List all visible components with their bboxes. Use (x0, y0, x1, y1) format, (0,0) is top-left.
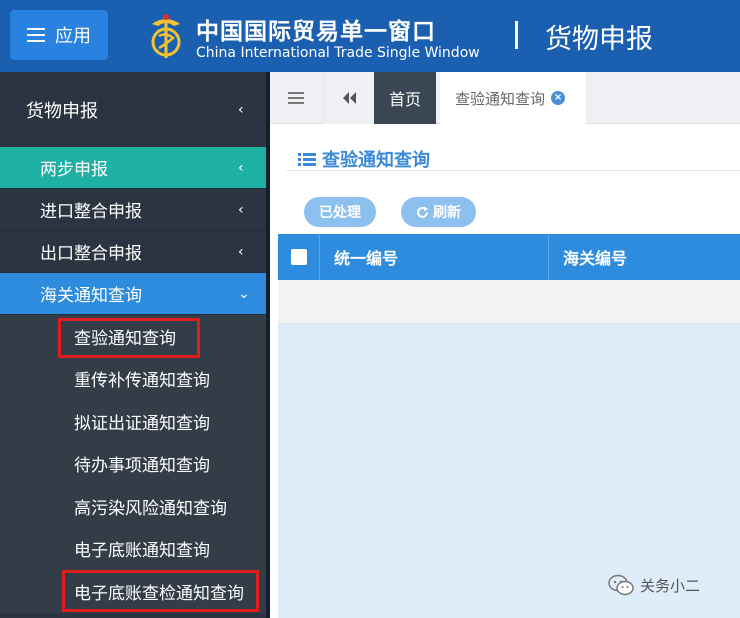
table-header: 统一编号 海关编号 (278, 234, 740, 280)
submenu-item-label: 拟证出证通知查询 (74, 413, 210, 434)
close-icon[interactable]: × (551, 91, 566, 105)
app-menu-label: 应用 (55, 26, 91, 47)
button-label: 刷新 (433, 205, 461, 221)
sidebar-item-customs-notice-query[interactable]: 海关通知查询 ⌄ (0, 273, 266, 315)
sidebar-item-label: 出口整合申报 (40, 244, 142, 264)
chevron-down-icon: ⌄ (238, 285, 250, 302)
refresh-icon (417, 206, 428, 218)
double-chevron-left-icon (343, 92, 356, 104)
sidebar-item-import-integrated[interactable]: 进口整合申报 ‹ (0, 189, 266, 231)
page-title: 查验通知查询 (298, 146, 430, 172)
list-icon (298, 152, 316, 166)
column-header-label: 海关编号 (563, 249, 628, 268)
brand-chinese-name: 中国国际贸易单一窗口 (196, 19, 436, 45)
chevron-left-icon: ‹ (238, 243, 244, 260)
sidebar-item-label: 进口整合申报 (40, 202, 142, 222)
tab-inspection-notice[interactable]: 查验通知查询 × (440, 72, 586, 124)
customs-emblem-icon (151, 14, 181, 58)
highlight-box (58, 318, 200, 358)
wechat-icon (608, 574, 634, 596)
tab-label: 查验通知查询 (455, 89, 546, 108)
menu-icon (288, 92, 304, 104)
page-title-text: 查验通知查询 (322, 150, 430, 171)
select-all-cell (278, 234, 320, 280)
sidebar-item-two-step-declaration[interactable]: 两步申报 ‹ (0, 147, 266, 189)
hamburger-icon (27, 28, 45, 42)
submenu-item-label: 待办事项通知查询 (74, 456, 210, 477)
submenu-item-retransmit-notice[interactable]: 重传补传通知查询 (0, 358, 266, 401)
sidebar-item-label: 货物申报 (26, 100, 98, 122)
table-row (278, 280, 740, 324)
submenu: 查验通知查询 重传补传通知查询 拟证出证通知查询 待办事项通知查询 高污染风险通… (0, 315, 266, 613)
chevron-left-icon: ‹ (238, 159, 244, 176)
refresh-button[interactable]: 刷新 (401, 197, 476, 227)
column-header-customs-number[interactable]: 海关编号 (549, 234, 740, 280)
submenu-item-high-pollution-notice[interactable]: 高污染风险通知查询 (0, 485, 266, 528)
watermark-text: 关务小二 (640, 576, 701, 595)
sidebar-item-cargo-declaration[interactable]: 货物申报 ‹ (0, 72, 266, 147)
header-divider (515, 21, 518, 49)
column-header-unified-number[interactable]: 统一编号 (320, 234, 549, 280)
select-all-checkbox[interactable] (290, 249, 307, 265)
brand-english-name: China International Trade Single Window (196, 45, 480, 61)
chevron-left-icon: ‹ (238, 201, 244, 218)
tab-home[interactable]: 首页 (374, 72, 436, 124)
submenu-item-label: 高污染风险通知查询 (74, 498, 227, 519)
app-menu-button[interactable]: 应用 (10, 10, 108, 60)
tab-bar: 首页 查验通知查询 × (270, 72, 740, 124)
submenu-item-label: 重传补传通知查询 (74, 371, 210, 392)
button-label: 已处理 (319, 205, 361, 221)
submenu-item-certificate-notice[interactable]: 拟证出证通知查询 (0, 400, 266, 443)
submenu-item-label: 电子底账通知查询 (74, 541, 210, 562)
chevron-left-icon: ‹ (238, 101, 244, 118)
column-header-label: 统一编号 (334, 249, 399, 268)
main-content: 查验通知查询 已处理 刷新 统一编号 海关编号 (270, 124, 740, 618)
sidebar-item-label: 两步申报 (40, 160, 108, 180)
watermark: 关务小二 (608, 574, 700, 596)
top-header: 应用 中国国际贸易单一窗口 China International Trade … (0, 0, 740, 72)
submenu-item-e-ledger-notice[interactable]: 电子底账通知查询 (0, 528, 266, 571)
processed-button[interactable]: 已处理 (304, 197, 376, 227)
sidebar-item-label: 海关通知查询 (40, 286, 142, 306)
submenu-item-todo-notice[interactable]: 待办事项通知查询 (0, 443, 266, 486)
highlight-box (62, 570, 259, 612)
module-title: 货物申报 (545, 24, 653, 55)
tab-label: 首页 (388, 90, 421, 109)
sidebar-item-export-integrated[interactable]: 出口整合申报 ‹ (0, 231, 266, 273)
tab-menu-button[interactable] (270, 72, 322, 124)
title-divider (286, 170, 740, 171)
tab-scroll-left-button[interactable] (323, 72, 375, 124)
